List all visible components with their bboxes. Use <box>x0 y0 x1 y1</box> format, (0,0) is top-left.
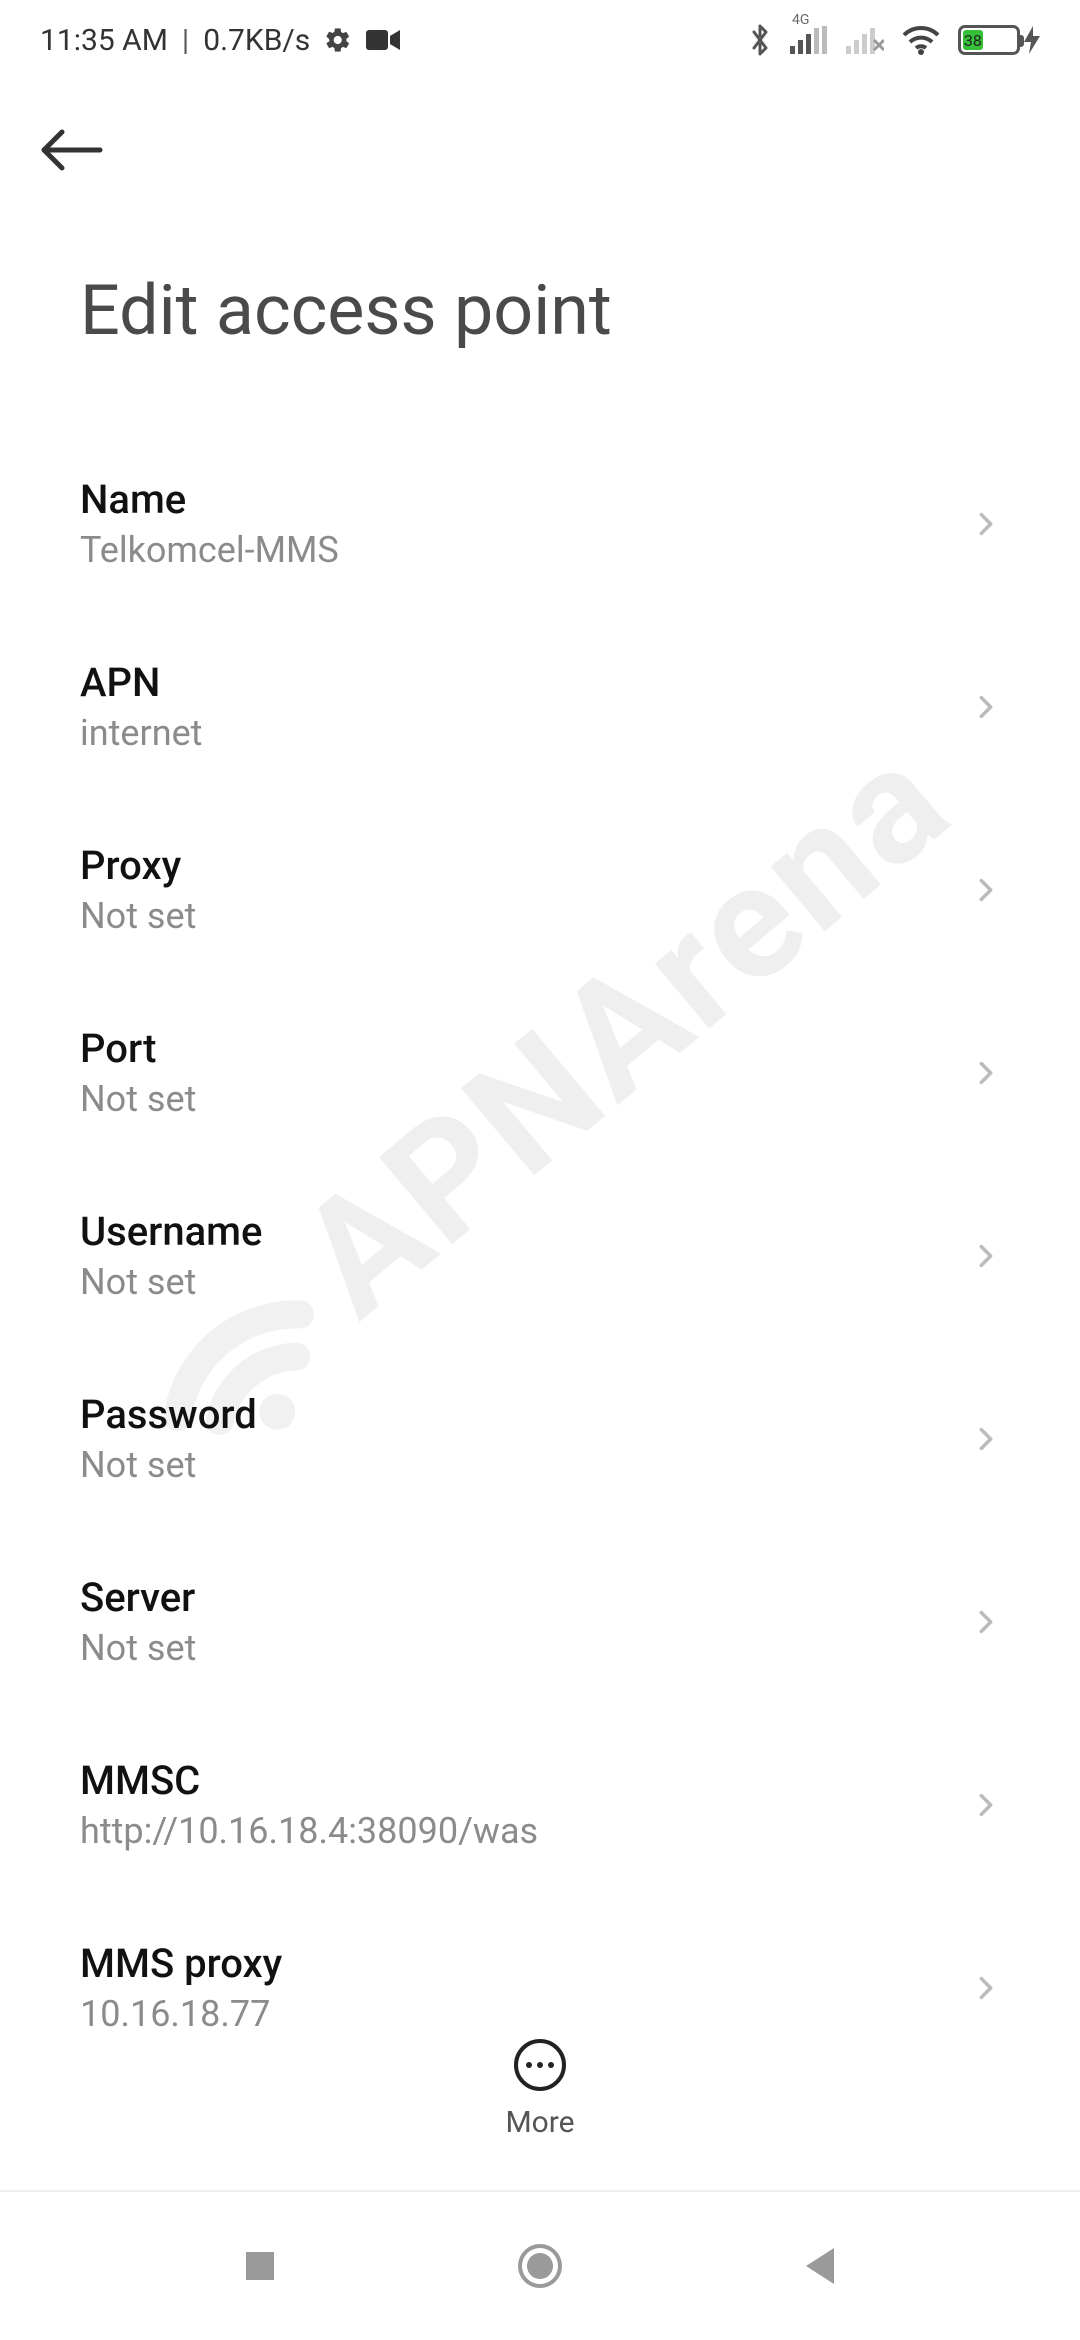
settings-list: Name Telkomcel-MMS APN internet Proxy No… <box>0 432 1080 2079</box>
chevron-right-icon <box>972 1059 1000 1087</box>
row-value: Telkomcel-MMS <box>80 529 339 571</box>
row-mmsc[interactable]: MMSC http://10.16.18.4:38090/was <box>80 1713 1000 1896</box>
row-title: Port <box>80 1025 196 1072</box>
row-value: http://10.16.18.4:38090/was <box>80 1810 538 1852</box>
battery-percent: 38 <box>963 30 983 50</box>
charging-icon <box>1024 26 1040 54</box>
row-name[interactable]: Name Telkomcel-MMS <box>80 432 1000 615</box>
nav-back-button[interactable] <box>790 2236 850 2296</box>
row-username[interactable]: Username Not set <box>80 1164 1000 1347</box>
row-port[interactable]: Port Not set <box>80 981 1000 1164</box>
wifi-icon <box>902 25 940 55</box>
battery-indicator: 38 <box>958 25 1040 55</box>
status-time: 11:35 AM <box>40 23 168 58</box>
row-value: Not set <box>80 1627 196 1669</box>
nav-home-button[interactable] <box>510 2236 570 2296</box>
row-title: MMSC <box>80 1757 538 1804</box>
signal-nosim-icon <box>846 26 884 54</box>
chevron-right-icon <box>972 1242 1000 1270</box>
row-apn[interactable]: APN internet <box>80 615 1000 798</box>
row-title: Username <box>80 1208 262 1255</box>
row-value: Not set <box>80 1078 196 1120</box>
gear-icon <box>324 26 352 54</box>
row-title: MMS proxy <box>80 1940 282 1987</box>
row-value: Not set <box>80 1261 262 1303</box>
system-nav-bar <box>0 2190 1080 2340</box>
row-title: Proxy <box>80 842 196 889</box>
back-button[interactable] <box>40 114 112 186</box>
row-password[interactable]: Password Not set <box>80 1347 1000 1530</box>
row-title: APN <box>80 659 202 706</box>
chevron-right-icon <box>972 1974 1000 2002</box>
row-value: Not set <box>80 1444 257 1486</box>
more-icon <box>512 2037 568 2093</box>
chevron-right-icon <box>972 876 1000 904</box>
row-value: Not set <box>80 895 196 937</box>
app-bar <box>0 80 1080 220</box>
signal-4g-icon: 4G <box>790 26 828 54</box>
chevron-right-icon <box>972 1791 1000 1819</box>
bluetooth-icon <box>748 23 772 57</box>
chevron-right-icon <box>972 693 1000 721</box>
row-value: internet <box>80 712 202 754</box>
status-bar: 11:35 AM | 0.7KB/s 4G <box>0 0 1080 80</box>
chevron-right-icon <box>972 1425 1000 1453</box>
more-button[interactable]: More <box>0 2037 1080 2140</box>
row-title: Server <box>80 1574 196 1621</box>
row-value: 10.16.18.77 <box>80 1993 282 2035</box>
mobile-data-label: 4G <box>792 12 809 28</box>
nav-recents-button[interactable] <box>230 2236 290 2296</box>
row-title: Name <box>80 476 339 523</box>
row-proxy[interactable]: Proxy Not set <box>80 798 1000 981</box>
camera-icon <box>366 28 400 52</box>
row-server[interactable]: Server Not set <box>80 1530 1000 1713</box>
page-title: Edit access point <box>0 220 1080 432</box>
status-netspeed: 0.7KB/s <box>203 23 310 58</box>
chevron-right-icon <box>972 1608 1000 1636</box>
more-label: More <box>505 2105 574 2140</box>
status-separator: | <box>182 23 189 58</box>
chevron-right-icon <box>972 510 1000 538</box>
row-title: Password <box>80 1391 257 1438</box>
